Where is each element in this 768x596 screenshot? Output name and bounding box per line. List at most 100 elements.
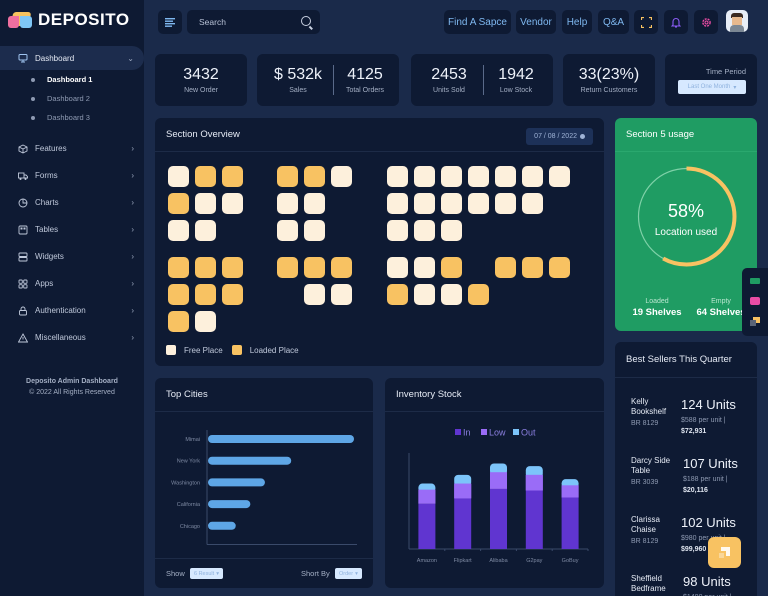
bar-flipkart-in[interactable] bbox=[454, 498, 472, 549]
shelf-loaded[interactable] bbox=[387, 284, 408, 305]
shelf-free[interactable] bbox=[304, 193, 325, 214]
bar-new-york[interactable] bbox=[208, 456, 292, 465]
best-seller-item[interactable]: Darcy Side Table BR 3039 107 Units $188 … bbox=[631, 456, 759, 494]
shelf-free[interactable] bbox=[414, 257, 435, 278]
user-avatar[interactable] bbox=[726, 10, 748, 32]
sidebar-item-tables[interactable]: Tables › bbox=[0, 216, 144, 243]
bar-california[interactable] bbox=[208, 500, 251, 509]
shelf-free[interactable] bbox=[277, 220, 298, 241]
stat-sales-orders: $ 532k Sales 4125 Total Orders bbox=[257, 54, 399, 106]
shelf-free[interactable] bbox=[441, 193, 462, 214]
bar-amazon-in[interactable] bbox=[418, 503, 436, 549]
shelf-loaded[interactable] bbox=[195, 166, 216, 187]
shelf-free[interactable] bbox=[331, 284, 352, 305]
shelf-free[interactable] bbox=[387, 257, 408, 278]
vendor-link[interactable]: Vendor bbox=[516, 10, 556, 34]
fullscreen-button[interactable] bbox=[634, 10, 658, 34]
shelf-free[interactable] bbox=[195, 193, 216, 214]
sidebar-subitem-dashboard-2[interactable]: Dashboard 2 bbox=[0, 89, 144, 108]
logo[interactable]: DEPOSITO bbox=[8, 10, 130, 30]
sidebar-subitem-dashboard-3[interactable]: Dashboard 3 bbox=[0, 108, 144, 127]
shelf-loaded[interactable] bbox=[277, 166, 298, 187]
time-period-select[interactable]: Last One Month ▾ bbox=[678, 80, 746, 94]
sidebar-item-forms[interactable]: Forms › bbox=[0, 162, 144, 189]
shelf-loaded[interactable] bbox=[277, 257, 298, 278]
shelf-free[interactable] bbox=[522, 166, 543, 187]
layout-icon[interactable] bbox=[750, 278, 760, 284]
sidebar-item-apps[interactable]: Apps › bbox=[0, 270, 144, 297]
shelf-free[interactable] bbox=[168, 166, 189, 187]
shelf-free[interactable] bbox=[468, 166, 489, 187]
shelf-loaded[interactable] bbox=[222, 257, 243, 278]
shelf-loaded[interactable] bbox=[468, 284, 489, 305]
sidebar-item-widgets[interactable]: Widgets › bbox=[0, 243, 144, 270]
sidebar-subitem-dashboard-1[interactable]: Dashboard 1 bbox=[0, 70, 144, 89]
shelf-free[interactable] bbox=[304, 284, 325, 305]
find-a-space-link[interactable]: Find A Sapce bbox=[444, 10, 511, 34]
shelf-free[interactable] bbox=[387, 193, 408, 214]
shelf-free[interactable] bbox=[441, 166, 462, 187]
help-link[interactable]: Help bbox=[562, 10, 592, 34]
shelf-free[interactable] bbox=[387, 220, 408, 241]
best-seller-item[interactable]: Sheffield Bedframe 98 Units $1400 per un… bbox=[631, 574, 759, 596]
sidebar-item-dashboard[interactable]: Dashboard ⌄ bbox=[0, 46, 144, 70]
shelf-free[interactable] bbox=[222, 193, 243, 214]
copy-icon[interactable] bbox=[750, 317, 760, 326]
shelf-free[interactable] bbox=[441, 284, 462, 305]
sidebar-item-miscellaneous[interactable]: Miscellaneous › bbox=[0, 324, 144, 351]
settings-button[interactable] bbox=[694, 10, 718, 34]
best-seller-item[interactable]: Kelly Bookshelf BR 8129 124 Units $588 p… bbox=[631, 397, 759, 435]
shelf-free[interactable] bbox=[414, 284, 435, 305]
shelf-free[interactable] bbox=[168, 220, 189, 241]
shelf-free[interactable] bbox=[468, 193, 489, 214]
shelf-free[interactable] bbox=[495, 193, 516, 214]
shelf-loaded[interactable] bbox=[522, 257, 543, 278]
sidebar-item-features[interactable]: Features › bbox=[0, 135, 144, 162]
menu-toggle-button[interactable] bbox=[158, 10, 182, 34]
shelf-loaded[interactable] bbox=[168, 311, 189, 332]
shelf-free[interactable] bbox=[195, 220, 216, 241]
chat-button[interactable] bbox=[708, 537, 741, 568]
sidebar-item-charts[interactable]: Charts › bbox=[0, 189, 144, 216]
shelf-loaded[interactable] bbox=[168, 193, 189, 214]
shelf-free[interactable] bbox=[387, 166, 408, 187]
shelf-loaded[interactable] bbox=[495, 257, 516, 278]
shelf-loaded[interactable] bbox=[222, 284, 243, 305]
search-input[interactable]: Search bbox=[187, 10, 320, 34]
image-icon[interactable] bbox=[750, 297, 760, 305]
shelf-free[interactable] bbox=[414, 166, 435, 187]
shelf-loaded[interactable] bbox=[222, 166, 243, 187]
shelf-loaded[interactable] bbox=[441, 257, 462, 278]
shelf-free[interactable] bbox=[549, 166, 570, 187]
bar-gobuy-in[interactable] bbox=[561, 497, 579, 549]
bar-alibaba-in[interactable] bbox=[490, 488, 507, 549]
shelf-free[interactable] bbox=[195, 311, 216, 332]
qa-link[interactable]: Q&A bbox=[598, 10, 629, 34]
search-icon[interactable] bbox=[301, 16, 311, 26]
notifications-button[interactable] bbox=[664, 10, 688, 34]
shelf-loaded[interactable] bbox=[195, 284, 216, 305]
bar-g2pay-in[interactable] bbox=[525, 490, 543, 549]
show-select[interactable]: 6 Result ▾ bbox=[190, 568, 223, 579]
bar-mimai[interactable] bbox=[208, 435, 354, 443]
shelf-loaded[interactable] bbox=[331, 257, 352, 278]
shelf-free[interactable] bbox=[414, 220, 435, 241]
shelf-free[interactable] bbox=[522, 193, 543, 214]
shelf-free[interactable] bbox=[331, 166, 352, 187]
shelf-loaded[interactable] bbox=[549, 257, 570, 278]
sort-select[interactable]: Order ▾ bbox=[335, 568, 362, 579]
shelf-loaded[interactable] bbox=[304, 257, 325, 278]
shelf-loaded[interactable] bbox=[195, 257, 216, 278]
bar-washington[interactable] bbox=[208, 478, 265, 487]
date-picker[interactable]: 07 / 08 / 2022 bbox=[526, 128, 593, 145]
shelf-loaded[interactable] bbox=[168, 257, 189, 278]
shelf-free[interactable] bbox=[277, 193, 298, 214]
shelf-free[interactable] bbox=[441, 220, 462, 241]
sidebar-item-authentication[interactable]: Authentication › bbox=[0, 297, 144, 324]
shelf-loaded[interactable] bbox=[168, 284, 189, 305]
shelf-free[interactable] bbox=[495, 166, 516, 187]
shelf-free[interactable] bbox=[414, 193, 435, 214]
shelf-loaded[interactable] bbox=[304, 166, 325, 187]
bar-chicago[interactable] bbox=[208, 521, 236, 530]
shelf-free[interactable] bbox=[304, 220, 325, 241]
